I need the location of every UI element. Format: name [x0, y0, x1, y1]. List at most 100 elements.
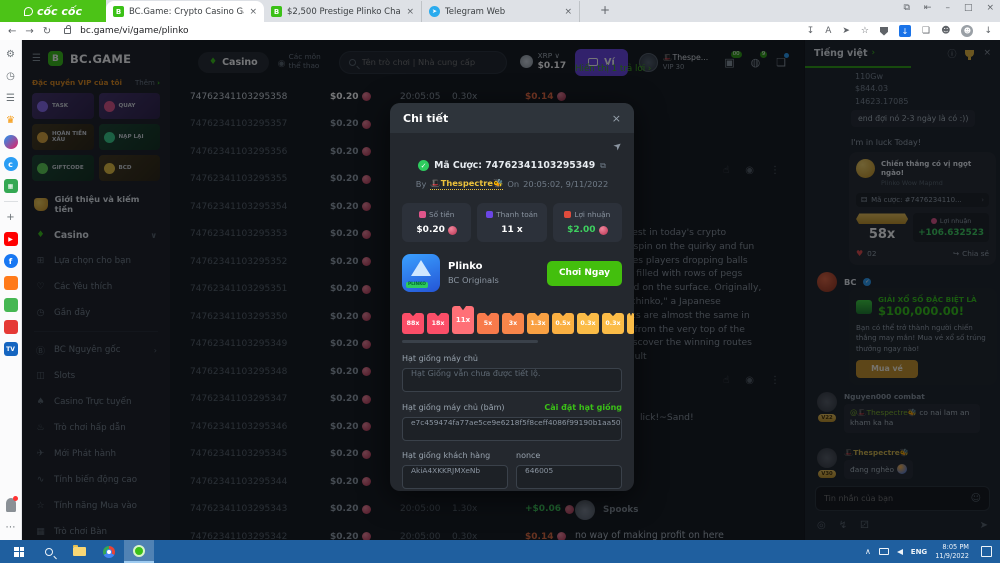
nonce-label: nonce — [516, 451, 540, 460]
pip-icon[interactable]: ⧉ — [903, 3, 909, 13]
bet-details-modal: Chi tiết × ➤ ✓ Mã Cược: 7476234110329534… — [390, 103, 634, 491]
minimize-button[interactable]: – — [945, 3, 950, 13]
player-link[interactable]: 🎩Thespectre🐝 — [430, 178, 503, 190]
reading-list-icon[interactable]: ☰ — [4, 91, 18, 105]
browser-tab[interactable]: B $2,500 Prestige Plinko Challe × — [264, 1, 422, 22]
save-page-icon[interactable]: ↧ — [807, 26, 815, 36]
games-icon[interactable]: ▦ — [4, 179, 18, 193]
people-icon[interactable]: ☻ — [941, 26, 950, 36]
multiplier-chip[interactable]: 1.3x — [527, 313, 549, 334]
coccoc-sidebar: ⚙ ◷ ☰ ♛ c ▦ + ▶ f TV ⋯ — [0, 40, 22, 540]
windows-taskbar: ∧ ENG 8:05 PM 11/9/2022 — [0, 540, 1000, 563]
multiplier-chip-partial — [627, 313, 634, 334]
coccoc-taskbar-icon[interactable] — [124, 540, 154, 563]
app-green-icon[interactable] — [4, 298, 18, 312]
download-extension-icon[interactable]: ↓ — [899, 25, 911, 37]
forward-icon[interactable]: → — [25, 26, 33, 37]
tab-close-icon[interactable]: × — [564, 7, 572, 17]
multiplier-chip[interactable]: 5x — [477, 313, 499, 334]
play-now-button[interactable]: Chơi Ngay — [547, 261, 622, 286]
nonce-field[interactable]: 646005 — [516, 465, 622, 489]
address-bar[interactable]: ← → ↻ bc.game/vi/game/plinko ↧ A ➤ ☆ ↓ ❏… — [0, 22, 1000, 40]
multiplier-chip[interactable]: 3x — [502, 313, 524, 334]
app-blue-icon[interactable]: TV — [4, 342, 18, 356]
browser-tab[interactable]: ➤Telegram Web× — [422, 1, 580, 22]
coin-icon — [448, 226, 457, 235]
copy-icon[interactable]: ⧉ — [600, 161, 606, 171]
more-icon[interactable]: ⋯ — [4, 520, 18, 534]
browser-tab[interactable]: B BC.Game: Crypto Casino Ga × — [106, 1, 264, 22]
facebook-icon[interactable]: f — [4, 254, 18, 268]
tray-expand-icon[interactable]: ∧ — [865, 547, 871, 556]
coccoc-app-icon[interactable]: c — [4, 157, 18, 171]
server-seed-field[interactable]: Hạt Giống vẫn chưa được tiết lộ. — [402, 368, 622, 392]
multiplier-chip[interactable]: 18x — [427, 313, 449, 334]
action-center-icon[interactable] — [981, 546, 992, 557]
lock-icon — [64, 28, 71, 34]
verified-shield-icon: ✓ — [418, 160, 429, 171]
bookmark-star-icon[interactable]: ☆ — [861, 26, 869, 36]
app-orange-icon[interactable] — [4, 276, 18, 290]
file-explorer-icon[interactable] — [64, 540, 94, 563]
stat-profit: Lợi nhuận $2.00 — [553, 203, 622, 242]
close-button[interactable]: × — [986, 3, 994, 13]
multiplier-chip[interactable]: 0.5x — [552, 313, 574, 334]
multiplier-chip[interactable]: 88x — [402, 313, 424, 334]
extension-icon[interactable]: ❏ — [922, 26, 930, 36]
seed-settings-link[interactable]: Cài đặt hạt giống — [544, 403, 622, 412]
chips-scrollbar[interactable] — [402, 340, 538, 343]
tab-title: BC.Game: Crypto Casino Ga — [129, 7, 244, 17]
share-icon[interactable]: ➤ — [842, 26, 850, 36]
telegram-favicon: ➤ — [429, 6, 440, 17]
notifications-bell-icon[interactable] — [6, 498, 16, 512]
downloads-icon[interactable]: ↓ — [984, 26, 992, 36]
client-seed-field[interactable]: AkiA4XKKRJMXeNb — [402, 465, 508, 489]
by-label: By — [416, 179, 427, 189]
network-icon[interactable] — [879, 548, 889, 555]
modal-close-icon[interactable]: × — [612, 112, 621, 125]
modal-title: Chi tiết — [403, 112, 448, 125]
sidebar-divider — [4, 201, 18, 202]
browser-chrome: cốc cốc BBC.Game: Crypto Casino Ga×B$2,5… — [0, 0, 1000, 40]
tab-title: $2,500 Prestige Plinko Challe — [287, 7, 401, 17]
bet-id-value: 74762341103295349 — [485, 160, 595, 171]
bcgame-favicon: B — [113, 6, 124, 17]
url-text[interactable]: bc.game/vi/game/plinko — [80, 26, 188, 36]
back-icon[interactable]: ← — [8, 26, 16, 37]
app-red-icon[interactable] — [4, 320, 18, 334]
client-seed-label: Hạt giống khách hàng — [402, 451, 490, 460]
start-button[interactable] — [4, 540, 34, 563]
server-seed-hash-field[interactable]: e7c459474fa77ae5ce9e6218f5f8ceff4086f991… — [402, 417, 622, 441]
adblock-shield-icon[interactable] — [880, 27, 888, 36]
stat-payout: Thanh toán 11 x — [477, 203, 546, 242]
volume-icon[interactable] — [897, 549, 903, 555]
boss-key-icon[interactable]: ⇤ — [924, 3, 932, 13]
stat-amount: Số tiền $0.20 — [402, 203, 471, 242]
multiplier-chip[interactable]: 11x — [452, 306, 474, 334]
game-name: Plinko — [448, 261, 539, 272]
add-icon[interactable]: + — [4, 210, 18, 224]
vip-crown-icon[interactable]: ♛ — [4, 113, 18, 127]
new-tab-button[interactable]: + — [600, 3, 610, 17]
profile-avatar[interactable]: ☻ — [961, 25, 973, 37]
translate-icon[interactable]: A — [825, 26, 831, 36]
chrome-icon[interactable] — [94, 540, 124, 563]
multiplier-chip[interactable]: 0.3x — [577, 313, 599, 334]
taskbar-clock[interactable]: 8:05 PM 11/9/2022 — [935, 543, 969, 561]
maximize-button[interactable]: □ — [964, 3, 973, 13]
taskbar-search-icon[interactable] — [34, 540, 64, 563]
plinko-game-tile[interactable]: PLINKO — [402, 254, 440, 292]
bcgame-favicon: B — [271, 6, 282, 17]
tab-close-icon[interactable]: × — [406, 7, 414, 17]
messenger-icon[interactable] — [4, 135, 18, 149]
input-language[interactable]: ENG — [911, 548, 927, 556]
share-bet-icon[interactable]: ➤ — [611, 140, 624, 154]
settings-icon[interactable]: ⚙ — [4, 47, 18, 61]
reload-icon[interactable]: ↻ — [43, 26, 51, 37]
tab-close-icon[interactable]: × — [249, 7, 257, 17]
multiplier-chip[interactable]: 0.3x — [602, 313, 624, 334]
youtube-icon[interactable]: ▶ — [4, 232, 18, 246]
multiplier-chips: 88x18x11x5x3x1.3x0.5x0.3x0.3x — [402, 305, 622, 334]
history-icon[interactable]: ◷ — [4, 69, 18, 83]
coin-icon — [599, 226, 608, 235]
